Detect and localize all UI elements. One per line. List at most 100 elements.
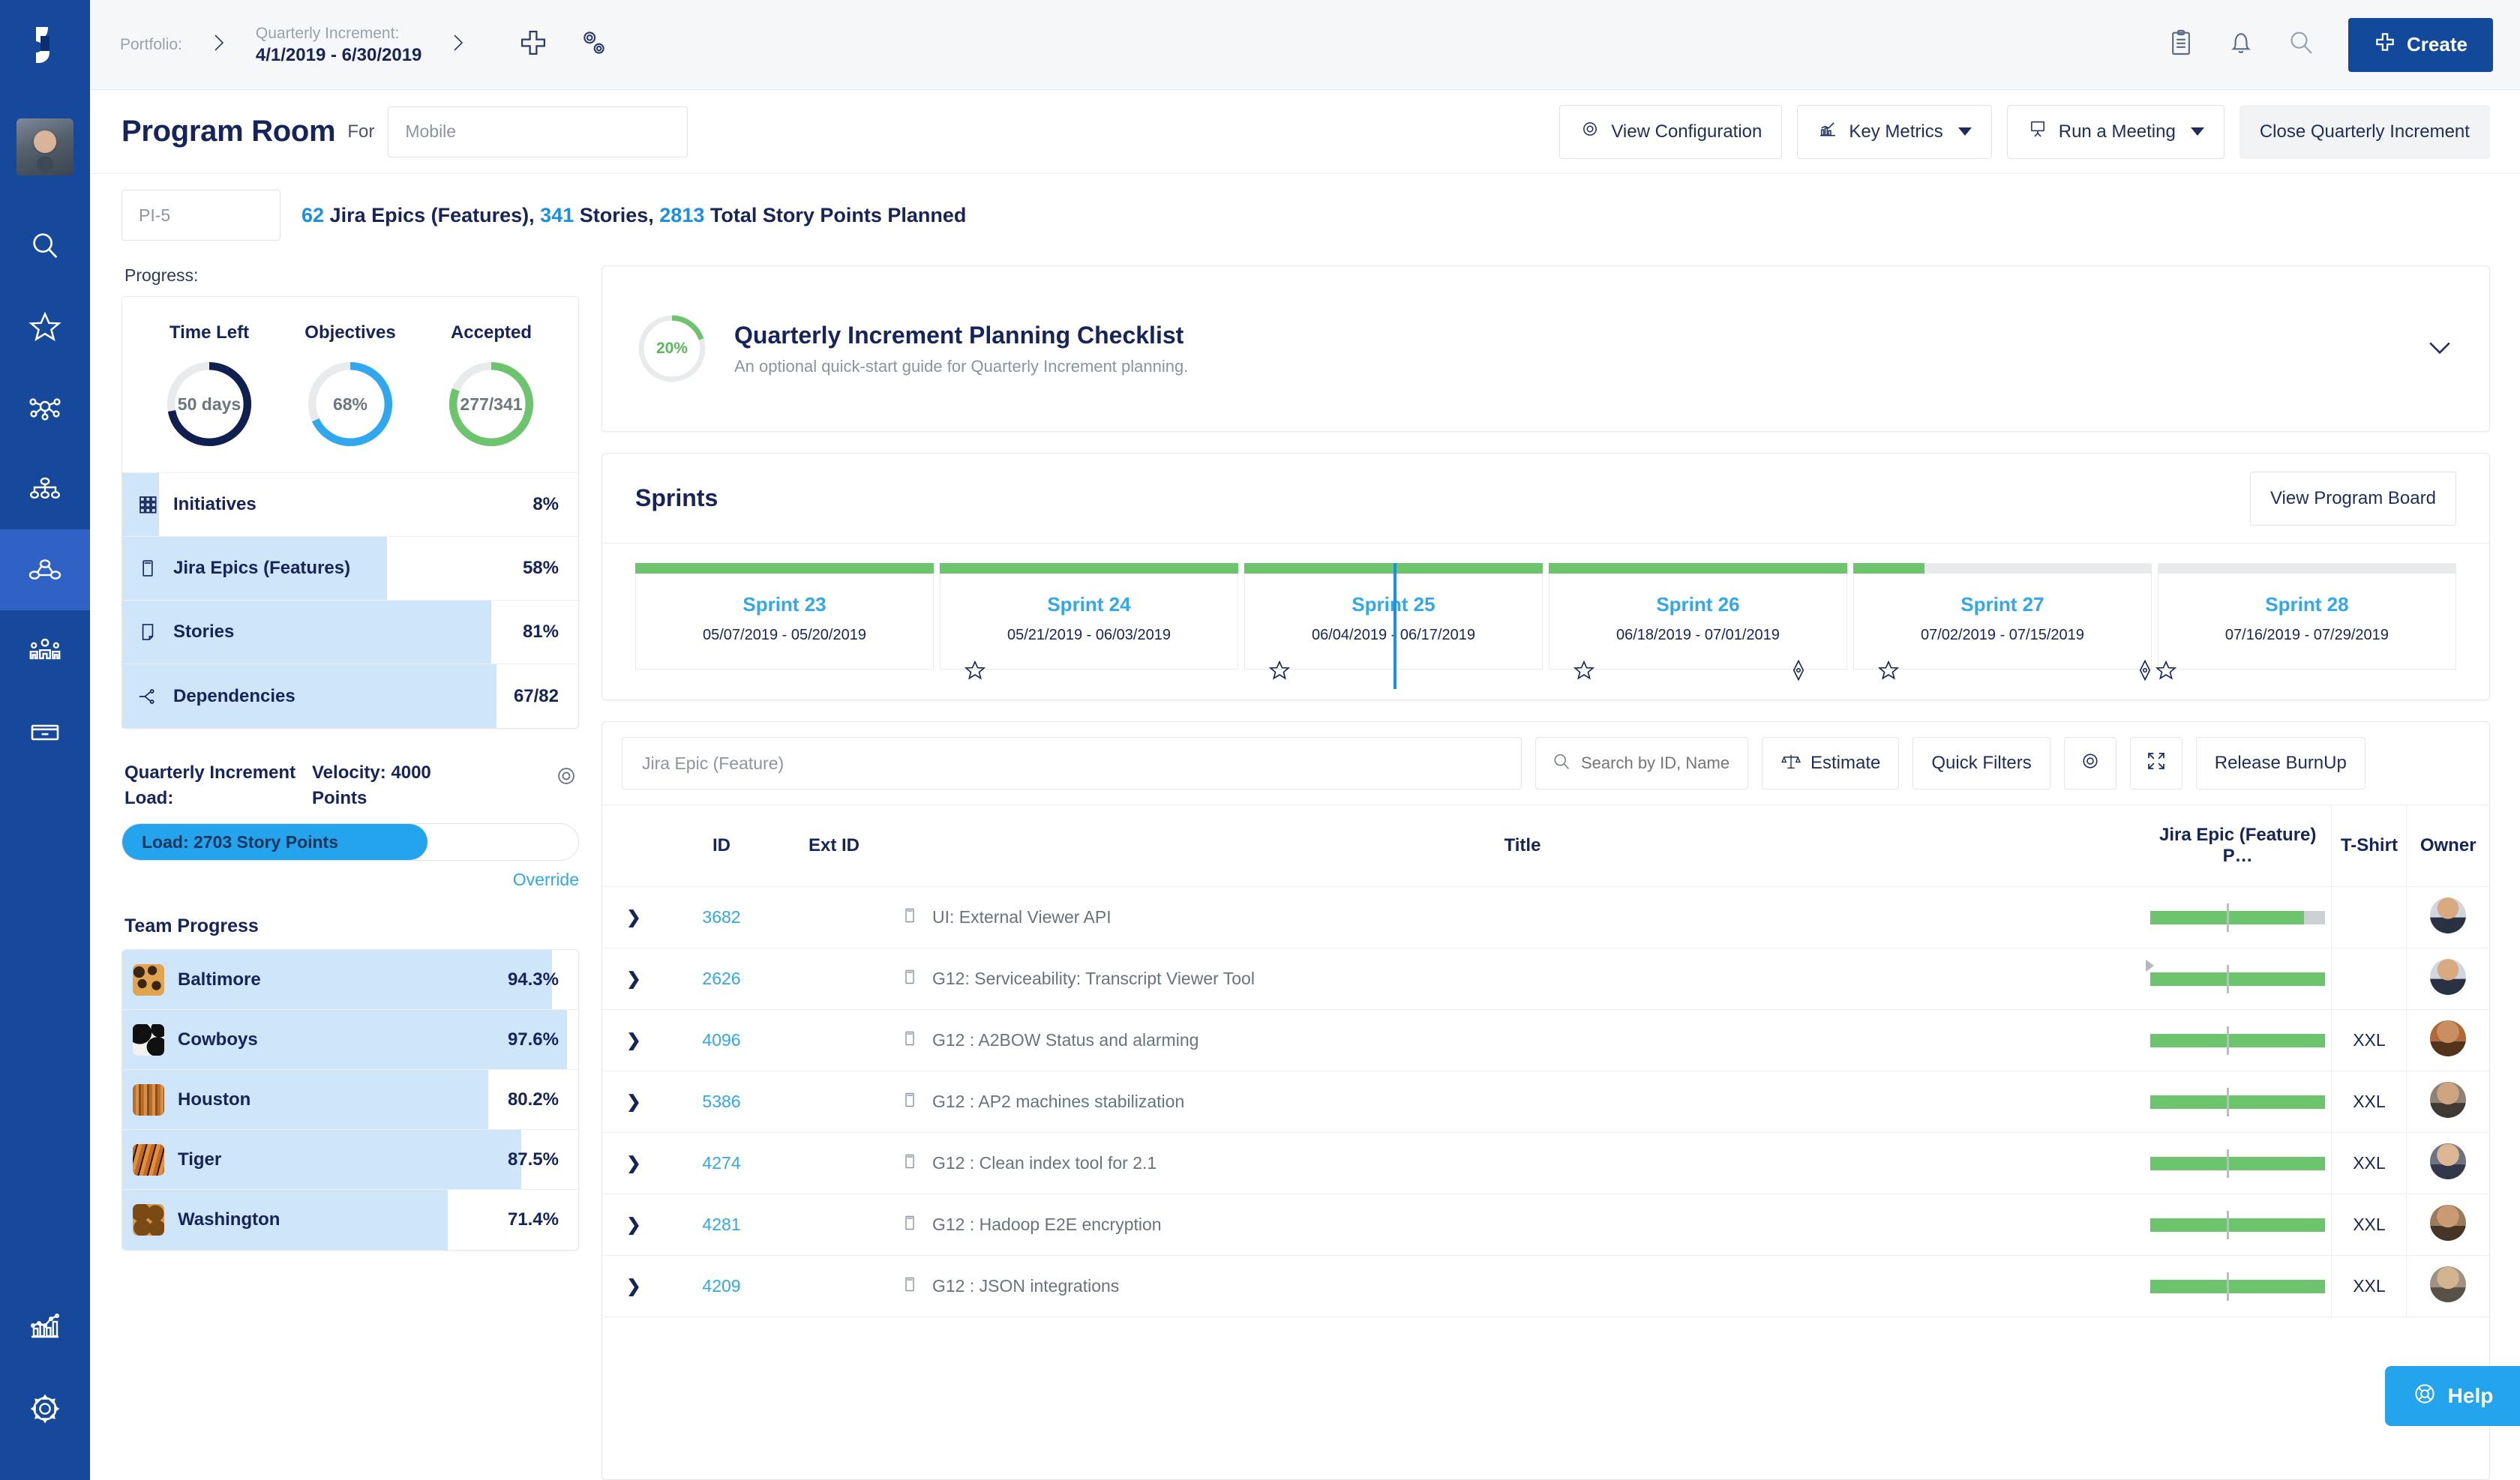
progress-row-jira-epics[interactable]: Jira Epics (Features) 58%	[122, 537, 578, 601]
row-owner[interactable]	[2406, 1194, 2489, 1256]
table-row[interactable]: ❯ 4209 G12 : JSON integrations XXL	[602, 1255, 2489, 1317]
epics-search-box[interactable]	[1535, 737, 1748, 789]
progress-row-stories[interactable]: Stories 81%	[122, 601, 578, 664]
clipboard-button[interactable]	[2159, 23, 2203, 67]
row-owner[interactable]	[2406, 1255, 2489, 1317]
col-title[interactable]: Title	[890, 804, 2144, 887]
progress-row-initiatives[interactable]: Initiatives 8%	[122, 473, 578, 537]
app-logo[interactable]	[0, 0, 90, 90]
program-select[interactable]: Mobile	[388, 106, 688, 157]
sidebar-item-program-room[interactable]	[0, 529, 90, 610]
progress-row-dependencies[interactable]: Dependencies 67/82	[122, 664, 578, 728]
breadcrumb-portfolio[interactable]: Portfolio:	[120, 34, 182, 55]
milestone-diamond-icon[interactable]	[2134, 659, 2156, 685]
row-expand-button[interactable]: ❯	[602, 1194, 665, 1256]
milestone-star-icon[interactable]	[964, 659, 986, 685]
pi-select[interactable]: PI-5	[122, 190, 280, 241]
sidebar-item-boxes[interactable]	[0, 691, 90, 772]
row-expand-button[interactable]: ❯	[602, 948, 665, 1010]
sprint-name[interactable]: Sprint 26	[1550, 593, 1846, 616]
table-row[interactable]: ❯ 4096 G12 : A2BOW Status and alarming X…	[602, 1009, 2489, 1071]
view-program-board-button[interactable]: View Program Board	[2249, 471, 2456, 526]
sidebar-item-settings[interactable]	[0, 1368, 90, 1450]
avatar[interactable]	[16, 118, 74, 175]
search-input[interactable]	[1581, 753, 1732, 773]
row-expand-button[interactable]: ❯	[602, 1132, 665, 1194]
create-button[interactable]: Create	[2348, 17, 2493, 72]
sprint-name[interactable]: Sprint 27	[1854, 593, 2151, 616]
row-owner[interactable]	[2406, 1071, 2489, 1133]
row-expand-button[interactable]: ❯	[602, 886, 665, 948]
row-id[interactable]: 4274	[665, 1132, 778, 1194]
key-metrics-button[interactable]: Key Metrics	[1797, 104, 1992, 159]
milestone-star-icon[interactable]	[1877, 659, 1900, 685]
sprint-column[interactable]: Sprint 28 07/16/2019 - 07/29/2019	[2139, 563, 2456, 682]
col-id[interactable]: ID	[665, 804, 778, 887]
milestone-star-icon[interactable]	[1268, 659, 1291, 685]
sprint-name[interactable]: Sprint 24	[940, 593, 1238, 616]
sprint-name[interactable]: Sprint 28	[2158, 593, 2456, 616]
sprint-column[interactable]: Sprint 24 05/21/2019 - 06/03/2019	[939, 563, 1238, 680]
sprint-column[interactable]: Sprint 25 06/04/2019 - 06/17/2019	[1244, 563, 1543, 689]
close-quarterly-increment-button[interactable]: Close Quarterly Increment	[2239, 104, 2490, 159]
sprint-name[interactable]: Sprint 23	[636, 593, 933, 616]
row-owner[interactable]	[2406, 948, 2489, 1010]
table-row[interactable]: ❯ 3682 UI: External Viewer API	[602, 886, 2489, 948]
load-settings-button[interactable]	[554, 760, 579, 792]
team-row[interactable]: Washington 71.4%	[122, 1190, 578, 1250]
sprint-column[interactable]: Sprint 27 07/02/2019 - 07/15/2019	[1852, 563, 2152, 680]
milestone-diamond-icon[interactable]	[1787, 659, 1810, 685]
table-row[interactable]: ❯ 4281 G12 : Hadoop E2E encryption XXL	[602, 1194, 2489, 1256]
table-settings-button[interactable]	[2063, 737, 2116, 789]
quick-filters-button[interactable]: Quick Filters	[1912, 737, 2050, 789]
milestone-star-icon[interactable]	[1573, 659, 1595, 685]
col-tshirt[interactable]: T-Shirt	[2331, 804, 2407, 887]
table-row[interactable]: ❯ 4274 G12 : Clean index tool for 2.1 XX…	[602, 1132, 2489, 1194]
release-burnup-button[interactable]: Release BurnUp	[2195, 737, 2366, 789]
row-expand-button[interactable]: ❯	[602, 1071, 665, 1133]
epic-type-select[interactable]: Jira Epic (Feature)	[622, 737, 1522, 789]
col-ext-id[interactable]: Ext ID	[778, 804, 890, 887]
estimate-button[interactable]: Estimate	[1762, 737, 1900, 789]
planning-checklist-card[interactable]: 20% Quarterly Increment Planning Checkli…	[602, 265, 2490, 432]
row-owner[interactable]	[2406, 886, 2489, 948]
milestone-star-icon[interactable]	[2155, 659, 2177, 685]
team-row[interactable]: Tiger 87.5%	[122, 1130, 578, 1190]
sidebar-item-favorites[interactable]	[0, 286, 90, 367]
settings-gears-button[interactable]	[572, 23, 615, 67]
checklist-expand-button[interactable]	[2423, 331, 2456, 367]
notifications-button[interactable]	[2219, 23, 2263, 67]
row-expand-button[interactable]: ❯	[602, 1009, 665, 1071]
row-id[interactable]: 2626	[665, 948, 778, 1010]
run-a-meeting-button[interactable]: Run a Meeting	[2006, 104, 2224, 159]
table-row[interactable]: ❯ 2626 G12: Serviceability: Transcript V…	[602, 948, 2489, 1010]
row-id[interactable]: 4281	[665, 1194, 778, 1256]
view-configuration-button[interactable]: View Configuration	[1559, 104, 1783, 159]
sprint-column[interactable]: Sprint 23 05/07/2019 - 05/20/2019	[635, 563, 934, 670]
sidebar-item-search[interactable]	[0, 205, 90, 286]
col-owner[interactable]: Owner	[2406, 804, 2489, 887]
sidebar-item-network[interactable]	[0, 367, 90, 448]
breadcrumb-increment[interactable]: Quarterly Increment: 4/1/2019 - 6/30/201…	[256, 23, 422, 67]
team-row[interactable]: Cowboys 97.6%	[122, 1010, 578, 1070]
row-owner[interactable]	[2406, 1009, 2489, 1071]
table-row[interactable]: ❯ 5386 G12 : AP2 machines stabilization	[602, 1071, 2489, 1133]
sidebar-item-hierarchy[interactable]	[0, 448, 90, 529]
fullscreen-button[interactable]	[2129, 737, 2182, 789]
global-search-button[interactable]	[2279, 23, 2323, 67]
help-button[interactable]: Help	[2385, 1366, 2520, 1426]
override-link[interactable]: Override	[122, 870, 579, 890]
row-owner[interactable]	[2406, 1132, 2489, 1194]
team-row[interactable]: Houston 80.2%	[122, 1070, 578, 1130]
col-progress[interactable]: Jira Epic (Feature) P…	[2144, 804, 2332, 887]
sprint-column[interactable]: Sprint 26 06/18/2019 - 07/01/2019	[1548, 563, 1847, 682]
row-id[interactable]: 3682	[665, 886, 778, 948]
row-expand-button[interactable]: ❯	[602, 1255, 665, 1317]
sidebar-item-teams[interactable]	[0, 610, 90, 691]
add-button[interactable]	[512, 23, 555, 67]
row-id[interactable]: 4209	[665, 1255, 778, 1317]
sidebar-item-reports[interactable]	[0, 1285, 90, 1368]
row-id[interactable]: 5386	[665, 1071, 778, 1133]
row-id[interactable]: 4096	[665, 1009, 778, 1071]
team-row[interactable]: Baltimore 94.3%	[122, 950, 578, 1010]
